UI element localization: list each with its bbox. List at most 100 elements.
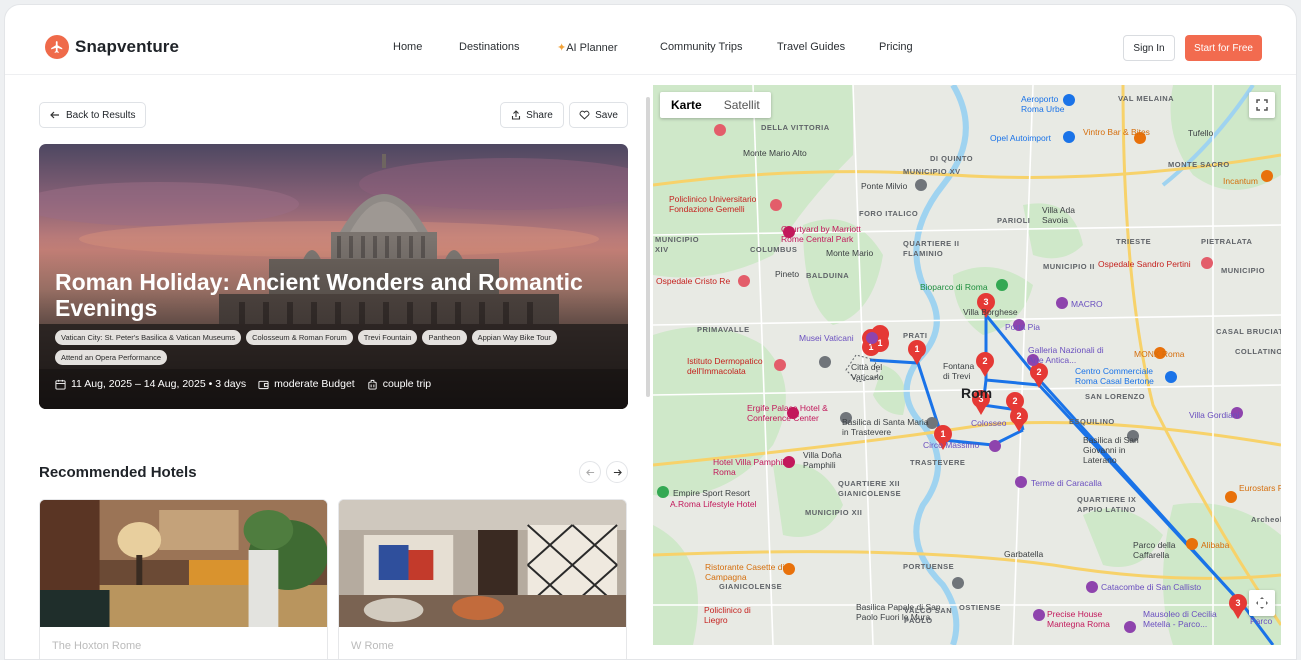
- map-label: MUNICIPIO XV: [903, 167, 961, 176]
- map-label: PRIMAVALLE: [697, 325, 750, 334]
- luggage-icon: [368, 379, 377, 390]
- hotel-photo: [40, 500, 327, 627]
- hotel-name: The Hoxton Rome: [52, 640, 142, 652]
- map-label: OSTIENSE: [959, 603, 1001, 612]
- map-type-satellite[interactable]: Satellit: [713, 92, 771, 118]
- map-label: QUARTIERE II FLAMINIO: [903, 239, 960, 258]
- hotel-name: W Rome: [351, 640, 394, 652]
- map-label: Bioparco di Roma: [920, 282, 988, 292]
- trip-budget: moderate Budget: [258, 378, 355, 390]
- trip-type: couple trip: [367, 378, 431, 390]
- map-label: PRATI: [903, 331, 928, 340]
- nav-ai-planner[interactable]: ✦ AI Planner: [557, 41, 618, 54]
- trip-title: Roman Holiday: Ancient Wonders and Roman…: [55, 269, 583, 321]
- fullscreen-icon: [1256, 99, 1268, 111]
- map-label: Empire Sport Resort: [673, 488, 750, 498]
- nav-destinations[interactable]: Destinations: [459, 41, 520, 53]
- back-label: Back to Results: [66, 109, 136, 121]
- map-label: Garbatella: [1004, 549, 1044, 559]
- svg-text:2: 2: [982, 356, 987, 366]
- svg-text:2: 2: [1016, 411, 1021, 421]
- map-label: QUARTIERE IX APPIO LATINO: [1077, 495, 1137, 514]
- svg-text:2: 2: [1036, 367, 1041, 377]
- svg-text:2: 2: [1012, 396, 1017, 406]
- left-scrollbar[interactable]: [646, 97, 650, 397]
- share-button[interactable]: Share: [500, 102, 564, 128]
- map-type-toggle[interactable]: Karte Satellit: [660, 92, 771, 118]
- heart-icon: [579, 110, 590, 120]
- map-label: Monte Mario: [826, 248, 874, 258]
- save-button[interactable]: Save: [569, 102, 628, 128]
- map-label: Catacombe di San Callisto: [1101, 582, 1202, 592]
- nav-home[interactable]: Home: [393, 41, 422, 53]
- trip-map[interactable]: 1 1 1 1 3 2 2 3 2 2 3 DELLA VITTORIA Mon…: [653, 85, 1281, 645]
- back-to-results-button[interactable]: Back to Results: [39, 102, 147, 128]
- nav-pricing[interactable]: Pricing: [879, 41, 913, 53]
- plane-icon: [45, 35, 69, 59]
- map-label: SAN LORENZO: [1085, 392, 1146, 401]
- fullscreen-button[interactable]: [1249, 92, 1275, 118]
- map-label: Rom: [961, 385, 993, 401]
- hotel-card[interactable]: The Hoxton Rome: [39, 499, 328, 659]
- map-label: MUNICIPIO: [1221, 266, 1266, 275]
- map-marker[interactable]: 2: [1010, 407, 1028, 432]
- hotel-photo: [339, 500, 626, 627]
- map-label: Policlinico Universitario Fondazione Gem…: [669, 194, 757, 214]
- map-label: Archeologico: [1251, 515, 1281, 524]
- svg-text:3: 3: [983, 297, 988, 307]
- top-header: Snapventure Home Destinations ✦ AI Plann…: [5, 5, 1296, 75]
- map-type-map[interactable]: Karte: [660, 92, 713, 118]
- map-marker[interactable]: 1: [908, 340, 926, 365]
- map-marker[interactable]: 2: [1030, 363, 1048, 388]
- arrow-left-icon: [50, 111, 59, 119]
- map-label: Ospedale Cristo Re: [656, 276, 731, 286]
- map-label: Incantum: [1223, 176, 1258, 186]
- sign-in-button[interactable]: Sign In: [1123, 35, 1175, 61]
- trip-hero: Roman Holiday: Ancient Wonders and Roman…: [39, 144, 628, 409]
- app-window: Snapventure Home Destinations ✦ AI Plann…: [4, 4, 1297, 660]
- sparkle-icon: ✦: [557, 42, 567, 54]
- activity-tags: Vatican City: St. Peter's Basilica & Vat…: [55, 330, 615, 365]
- hotels-next-button[interactable]: [606, 461, 628, 483]
- activity-tag: Vatican City: St. Peter's Basilica & Vat…: [55, 330, 242, 345]
- map-label: Mausoleo di Cecilia Metella - Parco...: [1143, 609, 1217, 629]
- map-label: CASAL BRUCIATO: [1216, 327, 1281, 336]
- activity-tag: Trevi Fountain: [357, 330, 418, 345]
- map-camera-control[interactable]: [1249, 590, 1275, 616]
- map-label: GIANICOLENSE: [719, 582, 783, 591]
- nav-ai-planner-label: AI Planner: [566, 42, 618, 54]
- activity-tag: Appian Way Bike Tour: [471, 330, 557, 345]
- map-label: Villa Gordiani: [1189, 410, 1240, 420]
- map-label: COLUMBUS: [750, 245, 798, 254]
- hotels-prev-button[interactable]: [579, 461, 601, 483]
- start-free-button[interactable]: Start for Free: [1185, 35, 1262, 61]
- recommended-hotels-title: Recommended Hotels: [39, 464, 197, 481]
- nav-community-trips[interactable]: Community Trips: [660, 41, 743, 53]
- map-label: Monte Mario Alto: [743, 148, 807, 158]
- activity-tag: Pantheon: [422, 330, 467, 345]
- save-label: Save: [595, 109, 618, 121]
- activity-tag: Colosseum & Roman Forum: [246, 330, 353, 345]
- share-icon: [512, 110, 521, 120]
- map-label: Villa Borghese: [963, 307, 1018, 317]
- map-label: Parco della Caffarella: [1133, 540, 1176, 560]
- nav-travel-guides[interactable]: Travel Guides: [777, 41, 845, 53]
- map-label: Monte Mario Alto: [743, 148, 807, 158]
- map-label: VALCO SAN PAOLO: [904, 606, 953, 625]
- hotel-card[interactable]: W Rome: [338, 499, 627, 659]
- brand-name: Snapventure: [75, 37, 180, 56]
- map-label: Opel Autoimport: [990, 133, 1051, 143]
- map-label: Colosseo: [971, 418, 1007, 428]
- map-label: ESQUILINO: [1069, 417, 1115, 426]
- map-label: Pineto: [775, 269, 800, 279]
- map-label: MONK Roma: [1134, 349, 1185, 359]
- map-label: Fontana di Trevi: [943, 361, 975, 381]
- brand-logo[interactable]: Snapventure: [45, 35, 179, 59]
- calendar-icon: [55, 379, 66, 390]
- map-label: BALDUINA: [806, 271, 850, 280]
- map-label: PARIOLI: [997, 216, 1031, 225]
- map-label: Basilica di San Giovanni in Laterano: [1083, 435, 1139, 465]
- map-label: Ristorante Casette di Campagna: [705, 562, 785, 582]
- arrow-left-icon: [585, 468, 594, 476]
- map-label: MUNICIPIO II: [1043, 262, 1095, 271]
